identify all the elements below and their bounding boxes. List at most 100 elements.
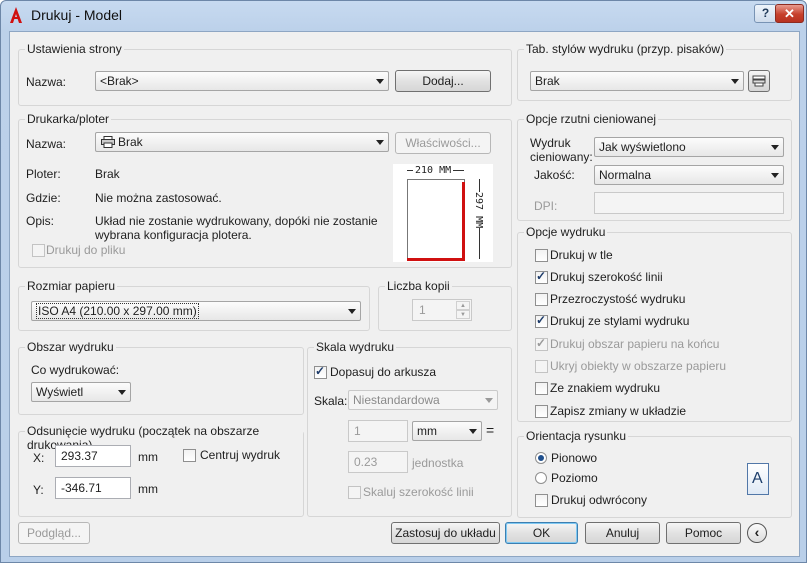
plot-option-label: Ukryj obiekty w obszarze papieru <box>550 359 727 373</box>
cancel-button[interactable]: Anuluj <box>585 522 660 544</box>
paper-sheet <box>407 179 465 261</box>
plot-style-table-select[interactable]: Brak <box>530 71 744 91</box>
shade-plot-select[interactable]: Jak wyświetlono <box>594 137 784 157</box>
offset-x-unit: mm <box>138 450 158 464</box>
scale-lineweights-checkbox[interactable] <box>348 486 361 499</box>
ok-button[interactable]: OK <box>505 522 578 544</box>
portrait-page-icon: A <box>747 463 769 495</box>
where-label: Gdzie: <box>26 191 61 205</box>
shade-plot-label-2: cieniowany: <box>530 150 593 164</box>
fit-to-paper-label: Dopasuj do arkusza <box>330 365 437 379</box>
shaded-viewport-group: Opcje rzutni cieniowanej Wydruk cieniowa… <box>517 112 792 221</box>
shaded-viewport-label: Opcje rzutni cieniowanej <box>524 112 659 126</box>
printer-icon <box>101 136 115 148</box>
plot-option-checkbox[interactable] <box>535 249 548 262</box>
plot-option-checkbox[interactable] <box>535 313 548 328</box>
plot-style-table-label: Tab. stylów wydruku (przyp. pisaków) <box>524 42 727 56</box>
description-line-2: wybrana konfiguracja plotera. <box>95 228 252 242</box>
help-title-button[interactable]: ? <box>754 4 777 23</box>
center-plot-checkbox[interactable] <box>183 449 196 462</box>
close-button[interactable]: ✕ <box>775 4 804 23</box>
upside-down-checkbox[interactable] <box>535 494 548 507</box>
plot-options-label: Opcje wydruku <box>524 225 608 239</box>
page-setup-group: Ustawienia strony Nazwa: <Brak> Dodaj... <box>18 42 512 106</box>
page-setup-name-select[interactable]: <Brak> <box>95 71 389 91</box>
paper-size-label: Rozmiar papieru <box>25 279 118 293</box>
portrait-radio[interactable] <box>535 452 547 464</box>
scale-select[interactable]: Niestandardowa <box>348 390 498 410</box>
plot-scale-group: Skala wydruku Dopasuj do arkusza Skala: … <box>307 340 512 517</box>
printer-name-value: Brak <box>118 135 143 149</box>
paper-width-label: 210 MM <box>413 165 454 176</box>
center-plot-label: Centruj wydruk <box>200 448 281 462</box>
scale-value2: 0.23 <box>354 455 378 469</box>
plot-option-checkbox[interactable] <box>535 269 548 284</box>
spin-down-icon[interactable]: ▼ <box>456 310 470 319</box>
add-page-setup-button[interactable]: Dodaj... <box>395 70 491 92</box>
plot-area-group: Obszar wydruku Co wydrukować: Wyświetl <box>18 340 304 415</box>
chevron-down-icon <box>469 429 477 434</box>
quality-label: Jakość: <box>534 168 575 182</box>
landscape-radio[interactable] <box>535 472 547 484</box>
paper-size-value: ISO A4 (210.00 x 297.00 mm) <box>36 303 199 319</box>
quality-select[interactable]: Normalna <box>594 165 784 185</box>
autocad-app-icon <box>10 7 22 23</box>
spin-up-icon[interactable]: ▲ <box>456 301 470 310</box>
orientation-group: Orientacja rysunku Pionowo Poziomo Druku… <box>517 429 792 518</box>
plot-option-label: Drukuj ze stylami wydruku <box>550 314 690 328</box>
plot-option-checkbox[interactable] <box>535 382 548 395</box>
preview-button[interactable]: Podgląd... <box>18 522 90 544</box>
equals-sign: = <box>486 422 495 438</box>
chevron-down-icon <box>348 309 356 314</box>
help-button[interactable]: Pomoc <box>666 522 741 544</box>
scale-value: Niestandardowa <box>353 393 440 407</box>
dialog-window: Drukuj - Model ? ✕ Ustawienia strony Naz… <box>0 0 807 563</box>
scale-unit2-label: jednostka <box>412 456 464 470</box>
edit-plot-style-button[interactable] <box>748 70 770 92</box>
paper-preview: 210 MM 297 MM <box>393 164 493 262</box>
chevron-down-icon <box>771 173 779 178</box>
fit-to-paper-checkbox[interactable] <box>314 364 327 379</box>
printer-name-select[interactable]: Brak <box>95 132 389 152</box>
offset-x-input[interactable]: 293.37 <box>55 445 131 467</box>
dpi-label: DPI: <box>534 199 558 213</box>
plot-option-label: Ze znakiem wydruku <box>550 381 661 395</box>
plot-option-checkbox[interactable] <box>535 336 548 351</box>
where-value: Nie można zastosować. <box>95 191 222 205</box>
orientation-letter: A <box>752 470 763 487</box>
what-to-plot-select[interactable]: Wyświetl <box>31 382 131 402</box>
paper-size-select[interactable]: ISO A4 (210.00 x 297.00 mm) <box>31 301 361 321</box>
copies-value: 1 <box>419 303 426 317</box>
plotter-label: Ploter: <box>26 167 61 181</box>
print-to-file-checkbox[interactable] <box>32 244 45 257</box>
plot-option-checkbox[interactable] <box>535 360 548 373</box>
plot-style-edit-icon <box>752 75 766 87</box>
title-bar[interactable]: Drukuj - Model ? ✕ <box>1 1 806 31</box>
scale-value2-input[interactable]: 0.23 <box>348 451 408 473</box>
scale-value1-input[interactable]: 1 <box>348 420 408 442</box>
printer-properties-button[interactable]: Właściwości... <box>395 132 491 154</box>
landscape-label: Poziomo <box>551 471 598 485</box>
plot-option-checkbox[interactable] <box>535 405 548 418</box>
apply-to-layout-button[interactable]: Zastosuj do układu <box>391 522 500 544</box>
what-to-plot-label: Co wydrukować: <box>31 363 120 377</box>
collapse-options-button[interactable]: ‹ <box>747 523 767 543</box>
plot-style-table-group: Tab. stylów wydruku (przyp. pisaków) Bra… <box>517 42 792 101</box>
description-label: Opis: <box>26 214 55 228</box>
scale-unit-select[interactable]: mm <box>412 421 482 441</box>
paper-right-edge <box>462 182 465 261</box>
offset-y-unit: mm <box>138 482 158 496</box>
printer-name-label: Nazwa: <box>26 137 67 151</box>
print-to-file-label: Drukuj do pliku <box>46 243 126 257</box>
dialog-client: Ustawienia strony Nazwa: <Brak> Dodaj...… <box>9 31 800 557</box>
offset-y-input[interactable]: -346.71 <box>55 477 131 499</box>
dpi-input[interactable] <box>594 192 784 214</box>
page-setup-label: Ustawienia strony <box>25 42 124 56</box>
plot-option-label: Drukuj obszar papieru na końcu <box>550 337 720 351</box>
plot-option-label: Drukuj szerokość linii <box>550 270 663 284</box>
scale-unit-value: mm <box>417 424 437 438</box>
plotter-value: Brak <box>95 167 120 181</box>
copies-spinner[interactable]: 1 ▲ ▼ <box>412 299 472 321</box>
plot-option-checkbox[interactable] <box>535 293 548 306</box>
plot-area-label: Obszar wydruku <box>25 340 116 354</box>
